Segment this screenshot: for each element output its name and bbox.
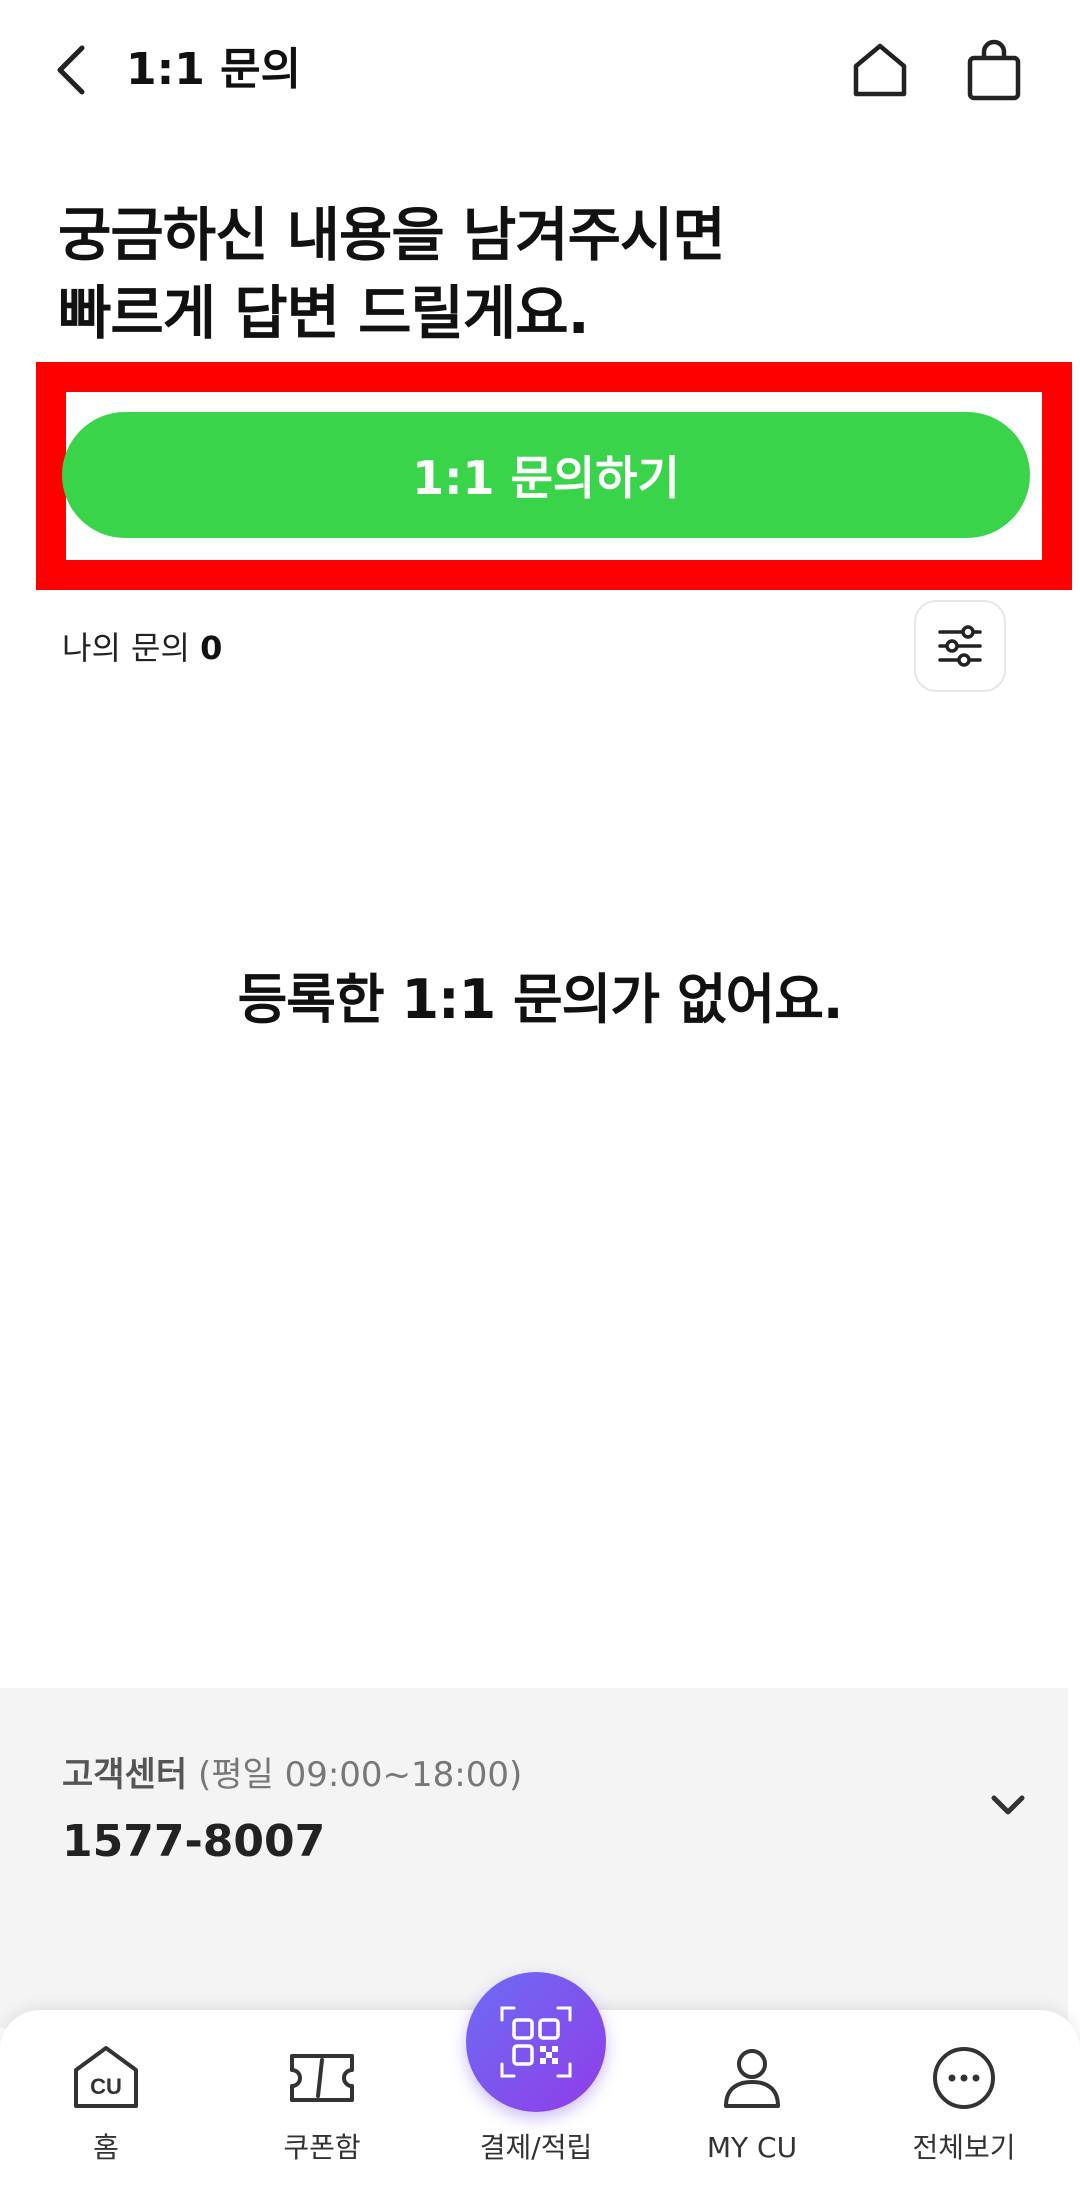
nav-label-home: 홈 bbox=[93, 2131, 119, 2164]
filter-button[interactable] bbox=[914, 600, 1006, 692]
more-icon bbox=[933, 2047, 995, 2109]
customer-center-toggle[interactable] bbox=[980, 1776, 1036, 1832]
home-button[interactable] bbox=[844, 34, 916, 106]
app-header: 1:1 문의 bbox=[0, 0, 1080, 140]
home-icon bbox=[853, 43, 907, 97]
nav-label-pay: 결제/적립 bbox=[479, 2131, 593, 2164]
chevron-left-icon bbox=[57, 45, 85, 95]
shopping-bag-button[interactable] bbox=[958, 34, 1030, 106]
customer-center-hours: (평일 09:00~18:00) bbox=[197, 1755, 523, 1795]
headline-line-2: 빠르게 답변 드릴게요. bbox=[58, 279, 590, 347]
nav-item-mycu[interactable]: MY CU bbox=[672, 2038, 832, 2190]
svg-text:CU: CU bbox=[90, 2074, 122, 2099]
page-title: 1:1 문의 bbox=[126, 44, 302, 95]
shopping-bag-icon bbox=[967, 39, 1021, 101]
sliders-icon bbox=[938, 625, 982, 667]
my-inquiry-count: 나의 문의 0 bbox=[62, 620, 222, 676]
customer-center-phone[interactable]: 1577-8007 bbox=[62, 1812, 325, 1872]
ticket-icon bbox=[290, 2054, 354, 2102]
pay-qr-button[interactable] bbox=[466, 1972, 606, 2112]
my-inquiry-count-value: 0 bbox=[200, 629, 223, 667]
nav-label-all: 전체보기 bbox=[912, 2131, 1016, 2164]
customer-center-label: 고객센터 (평일 09:00~18:00) bbox=[62, 1750, 522, 1800]
nav-item-coupon[interactable]: 쿠폰함 bbox=[242, 2038, 402, 2190]
inquiry-button[interactable]: 1:1 문의하기 bbox=[62, 412, 1030, 538]
cu-home-icon: CU bbox=[74, 2046, 138, 2108]
customer-center-title: 고객센터 bbox=[62, 1755, 188, 1795]
empty-state-message: 등록한 1:1 문의가 없어요. bbox=[237, 968, 844, 1031]
nav-label-mycu: MY CU bbox=[706, 2131, 798, 2164]
nav-label-coupon: 쿠폰함 bbox=[283, 2131, 361, 2164]
user-icon bbox=[724, 2049, 780, 2108]
my-inquiry-label: 나의 문의 bbox=[62, 629, 190, 667]
back-button[interactable] bbox=[40, 34, 104, 106]
headline: 궁금하신 내용을 남겨주시면 빠르게 답변 드릴게요. bbox=[58, 196, 726, 352]
qr-code-icon bbox=[500, 2006, 572, 2078]
headline-line-1: 궁금하신 내용을 남겨주시면 bbox=[58, 201, 726, 269]
nav-item-home[interactable]: CU 홈 bbox=[26, 2038, 186, 2190]
nav-item-all[interactable]: 전체보기 bbox=[884, 2038, 1044, 2190]
chevron-down-icon bbox=[991, 1795, 1025, 1815]
